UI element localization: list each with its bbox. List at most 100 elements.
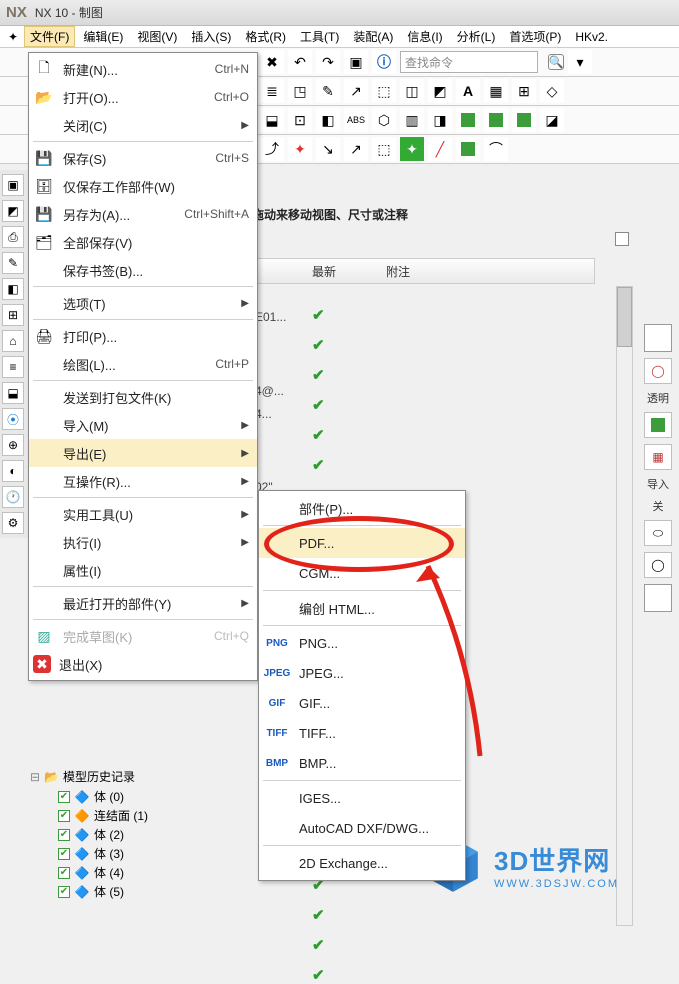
collapse-icon[interactable]: ⊟: [30, 770, 40, 784]
menu-hk[interactable]: HKv2.: [569, 28, 614, 46]
tb3-e[interactable]: ▥: [400, 108, 424, 132]
dropdown-icon[interactable]: ▾: [568, 50, 592, 74]
tb4-e[interactable]: ⬚: [372, 137, 396, 161]
sb-icon[interactable]: ✎: [2, 252, 24, 274]
tree-item[interactable]: ✔🔷体 (5): [30, 882, 260, 901]
menu-props[interactable]: 属性(I): [29, 556, 257, 584]
menu-file[interactable]: 文件(F): [24, 26, 75, 47]
menu-export[interactable]: 导出(E) ▶: [29, 439, 257, 467]
sr-transparent[interactable]: 透明: [647, 390, 669, 406]
menu-format[interactable]: 格式(R): [239, 26, 292, 47]
header-note[interactable]: 附注: [386, 263, 410, 280]
tb4-b[interactable]: ✦: [288, 137, 312, 161]
checkbox-icon[interactable]: ✔: [58, 886, 70, 898]
search-icon[interactable]: 🔍: [548, 54, 564, 70]
command-finder[interactable]: 查找命令: [400, 51, 538, 73]
sr-close[interactable]: 关: [653, 498, 664, 514]
menu-view[interactable]: 视图(V): [131, 26, 183, 47]
menu-info[interactable]: 信息(I): [401, 26, 448, 47]
corner-checkbox[interactable]: [615, 232, 629, 246]
delete-icon[interactable]: ✖: [260, 50, 284, 74]
sb-icon[interactable]: ▣: [2, 174, 24, 196]
export-html[interactable]: 编创 HTML...: [259, 593, 465, 623]
menu-exec[interactable]: 执行(I) ▶: [29, 528, 257, 556]
tb3-d[interactable]: ⬡: [372, 108, 396, 132]
menu-insert[interactable]: 插入(S): [185, 26, 237, 47]
sb-clock-icon[interactable]: 🕐: [2, 486, 24, 508]
tb4-a[interactable]: ⤴: [260, 137, 284, 161]
export-part[interactable]: 部件(P)...: [259, 493, 465, 523]
menu-analyze[interactable]: 分析(L): [451, 26, 502, 47]
tb3-b[interactable]: ⊡: [288, 108, 312, 132]
text-A-icon[interactable]: A: [456, 79, 480, 103]
menu-options[interactable]: 选项(T) ▶: [29, 289, 257, 317]
tb3-a[interactable]: ⬓: [260, 108, 284, 132]
sb-icon[interactable]: ⎙: [2, 226, 24, 248]
menu-import[interactable]: 导入(M) ▶: [29, 411, 257, 439]
export-2d-exchange[interactable]: 2D Exchange...: [259, 848, 465, 878]
menu-assembly[interactable]: 装配(A): [347, 26, 399, 47]
tb4-f[interactable]: ✦: [400, 137, 424, 161]
menu-save-all[interactable]: 🗂 全部保存(V): [29, 228, 257, 256]
tb2-e[interactable]: ⬚: [372, 79, 396, 103]
tb2-a[interactable]: ≣: [260, 79, 284, 103]
sr-box[interactable]: [644, 324, 672, 352]
tb4-g[interactable]: ╱: [428, 137, 452, 161]
menu-edit[interactable]: 编辑(E): [77, 26, 129, 47]
tb2-c[interactable]: ✎: [316, 79, 340, 103]
abs-icon[interactable]: ABS: [344, 108, 368, 132]
sb-icon[interactable]: ◩: [2, 200, 24, 222]
checkbox-icon[interactable]: ✔: [58, 829, 70, 841]
sb-icon[interactable]: ⬓: [2, 382, 24, 404]
checkbox-icon[interactable]: ✔: [58, 791, 70, 803]
tb3-f[interactable]: ◨: [428, 108, 452, 132]
tb2-i[interactable]: ⊞: [512, 79, 536, 103]
tool-icon[interactable]: ▣: [344, 50, 368, 74]
sb-wifi-icon[interactable]: ⦿: [2, 408, 24, 430]
tree-item[interactable]: ✔🔷体 (3): [30, 844, 260, 863]
tree-item[interactable]: ✔🔶连结面 (1): [30, 806, 260, 825]
tb2-h[interactable]: ▦: [484, 79, 508, 103]
tb2-g[interactable]: ◩: [428, 79, 452, 103]
checkbox-icon[interactable]: ✔: [58, 810, 70, 822]
tree-item[interactable]: ✔🔷体 (4): [30, 863, 260, 882]
menu-print[interactable]: 🖨 打印(P)...: [29, 322, 257, 350]
sr-grid-icon[interactable]: ▦: [644, 444, 672, 470]
export-pdf[interactable]: PDF...: [259, 528, 465, 558]
tb2-b[interactable]: ◳: [288, 79, 312, 103]
export-dxf[interactable]: AutoCAD DXF/DWG...: [259, 813, 465, 843]
menu-send-pkg[interactable]: 发送到打包文件(K): [29, 383, 257, 411]
tb3-j[interactable]: ◪: [540, 108, 564, 132]
tb3-g[interactable]: [456, 108, 480, 132]
tree-item[interactable]: ✔🔷体 (2): [30, 825, 260, 844]
checkbox-icon[interactable]: ✔: [58, 848, 70, 860]
info-icon[interactable]: ⓘ: [372, 50, 396, 74]
sb-icon[interactable]: ⌂: [2, 330, 24, 352]
sr-cube-icon[interactable]: [644, 412, 672, 438]
export-iges[interactable]: IGES...: [259, 783, 465, 813]
export-gif[interactable]: GIF GIF...: [259, 688, 465, 718]
menu-save-as[interactable]: 💾 另存为(A)... Ctrl+Shift+A: [29, 200, 257, 228]
tb2-j[interactable]: ◇: [540, 79, 564, 103]
sr-cylinder-icon[interactable]: ⬭: [644, 520, 672, 546]
menu-save-work[interactable]: 🗄 仅保存工作部件(W): [29, 172, 257, 200]
sb-icon[interactable]: ◧: [2, 278, 24, 300]
export-png[interactable]: PNG PNG...: [259, 628, 465, 658]
menu-interop[interactable]: 互操作(R)... ▶: [29, 467, 257, 495]
menu-open[interactable]: 📂 打开(O)... Ctrl+O: [29, 83, 257, 111]
tree-root[interactable]: ⊟ 📂 模型历史记录: [30, 766, 260, 787]
export-tiff[interactable]: TIFF TIFF...: [259, 718, 465, 748]
menu-util[interactable]: 实用工具(U) ▶: [29, 500, 257, 528]
scroll-thumb[interactable]: [617, 287, 632, 347]
tb4-c[interactable]: ↘: [316, 137, 340, 161]
start-icon[interactable]: ✦: [4, 29, 22, 45]
menu-close[interactable]: 关闭(C) ▶: [29, 111, 257, 139]
tb3-h[interactable]: [484, 108, 508, 132]
menu-new[interactable]: 🗋 新建(N)... Ctrl+N: [29, 55, 257, 83]
export-jpeg[interactable]: JPEG JPEG...: [259, 658, 465, 688]
tb4-h[interactable]: [456, 137, 480, 161]
vertical-scrollbar[interactable]: [616, 286, 633, 926]
sb-icon[interactable]: ≡: [2, 356, 24, 378]
menu-tools[interactable]: 工具(T): [294, 26, 345, 47]
undo-icon[interactable]: ↶: [288, 50, 312, 74]
